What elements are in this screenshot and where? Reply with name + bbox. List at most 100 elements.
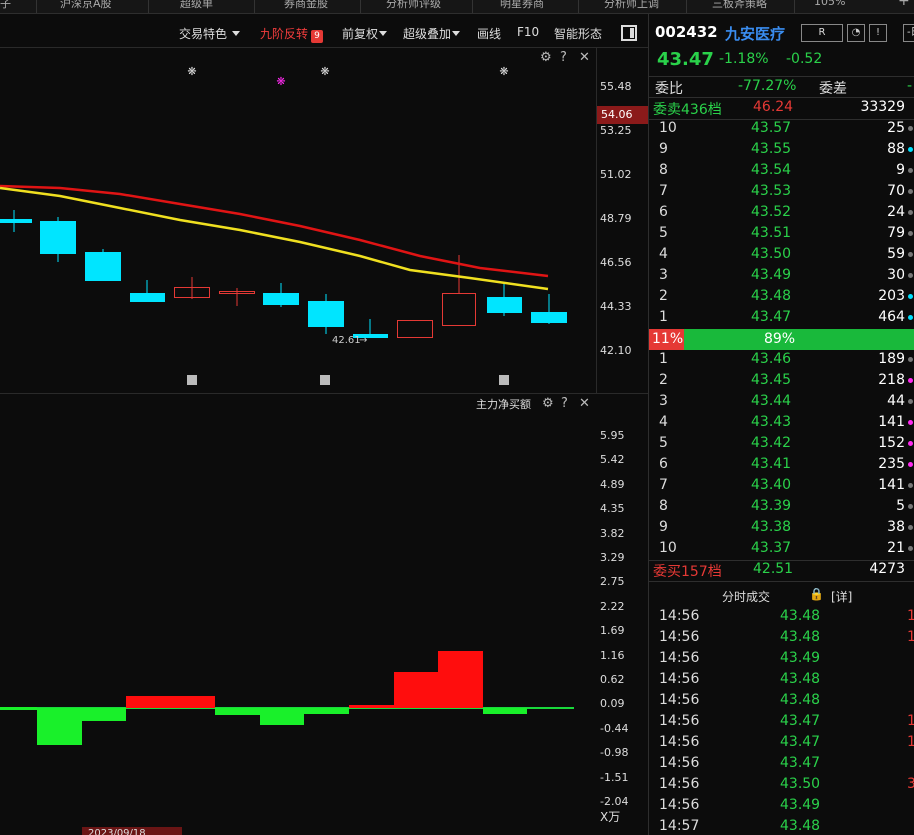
close-icon[interactable]: ✕ (579, 50, 590, 65)
ask-price: 43.50 (751, 246, 792, 262)
bid-price: 43.42 (751, 435, 792, 451)
news-icon[interactable] (187, 375, 197, 385)
bid-row[interactable]: 5 43.42 152 (649, 434, 914, 455)
r-button[interactable]: R (801, 24, 843, 42)
bid-price: 43.44 (751, 393, 792, 409)
bid-row[interactable]: 9 43.38 38 (649, 518, 914, 539)
f10-button[interactable]: F10 (517, 25, 539, 39)
bid-row[interactable]: 8 43.39 5 (649, 497, 914, 518)
smart-pattern-button[interactable]: 智能形态 (554, 25, 602, 42)
level-number: 3 (659, 267, 668, 283)
overlay-menu[interactable]: 超级叠加 (403, 25, 461, 42)
order-dot-icon (908, 399, 913, 404)
period-button[interactable]: -日 (903, 24, 914, 42)
level-number: 7 (659, 477, 668, 493)
net-bar (438, 651, 483, 708)
ask-row[interactable]: 5 43.51 79 (649, 224, 914, 245)
price-tick: 51.02 (600, 168, 632, 181)
order-dot-icon (908, 126, 913, 131)
draw-line-button[interactable]: 画线 (477, 25, 501, 42)
ratio-red: 11% (649, 329, 684, 350)
tab-item[interactable]: 明星券商 (500, 0, 544, 11)
bid-row[interactable]: 4 43.43 141 (649, 413, 914, 434)
low-price-label: 42.61 (332, 335, 361, 346)
price-tick: 53.25 (600, 124, 632, 137)
value-tick: 1.16 (600, 649, 625, 662)
nine-reversal-button[interactable]: 九阶反转 9 (260, 25, 324, 43)
ask-row[interactable]: 10 43.57 25 (649, 119, 914, 140)
news-icon[interactable] (320, 375, 330, 385)
weicha-label: 委差 (819, 81, 847, 97)
value-tick: -0.98 (600, 746, 629, 759)
ask-row[interactable]: 3 43.49 30 (649, 266, 914, 287)
order-ratio-row: 委比 -77.27% 委差 - (649, 76, 914, 97)
tab-divider (148, 0, 149, 13)
stock-name[interactable]: 九安医疗 (725, 23, 785, 44)
tick-row: 14:56 43.48 (649, 670, 914, 691)
bell-icon[interactable]: ◔ (847, 24, 865, 42)
layout-toggle-icon[interactable] (621, 25, 637, 41)
bid-volume: 152 (878, 435, 905, 451)
ask-row[interactable]: 2 43.48 203 (649, 287, 914, 308)
tab-item[interactable]: 超级单 (180, 0, 213, 11)
zoom-level[interactable]: 105% (814, 0, 845, 8)
tick-volume: 3 (907, 776, 914, 792)
tab-item[interactable]: 沪深京A股 (60, 0, 112, 11)
change-percent: -1.18% (719, 51, 769, 67)
bid-row[interactable]: 6 43.41 235 (649, 455, 914, 476)
value-tick: 1.69 (600, 624, 625, 637)
sell-total-label: 委卖436档 (653, 102, 722, 118)
stock-code: 002432 (655, 23, 718, 41)
tab-item[interactable]: 分析师评级 (386, 0, 441, 11)
level-number: 9 (659, 141, 668, 157)
menu-label: 交易特色 (179, 27, 228, 41)
level-number: 10 (659, 540, 677, 556)
level-number: 2 (659, 288, 668, 304)
value-tick: 2.22 (600, 600, 625, 613)
ask-volume: 24 (887, 204, 905, 220)
order-dot-icon (908, 294, 913, 299)
menu-label: 超级叠加 (403, 27, 452, 41)
bid-volume: 21 (887, 540, 905, 556)
ask-row[interactable]: 6 43.52 24 (649, 203, 914, 224)
lock-icon[interactable]: 🔒 (809, 587, 824, 601)
tick-row: 14:57 43.48 (649, 817, 914, 835)
order-dot-icon (908, 546, 913, 551)
help-icon[interactable]: ? (560, 50, 567, 65)
tab-item[interactable]: 券商金股 (284, 0, 328, 11)
level-number: 4 (659, 414, 668, 430)
ask-row[interactable]: 9 43.55 88 (649, 140, 914, 161)
adjust-menu[interactable]: 前复权 (342, 25, 388, 42)
news-icon[interactable] (499, 375, 509, 385)
net-bar (349, 705, 394, 708)
bid-row[interactable]: 10 43.37 21 (649, 539, 914, 560)
tab-item[interactable]: 三板斧策略 (712, 0, 767, 11)
add-tab-button[interactable]: + (898, 0, 910, 9)
price-tick: 42.10 (600, 344, 632, 357)
kline-chart[interactable]: ❋ ❋ ❋ ❋ 42.61 → (0, 48, 596, 393)
bid-row[interactable]: 2 43.45 218 (649, 371, 914, 392)
tab-item[interactable]: 分析师上调 (604, 0, 659, 11)
ask-row[interactable]: 1 43.47 464 (649, 308, 914, 329)
sell-total-row: 委卖436档 46.24 33329 (649, 98, 914, 119)
ask-row[interactable]: 4 43.50 59 (649, 245, 914, 266)
bid-volume: 218 (878, 372, 905, 388)
bid-row[interactable]: 3 43.44 44 (649, 392, 914, 413)
tick-volume: 1 (907, 608, 914, 624)
warning-icon[interactable]: ! (869, 24, 887, 42)
tab-item[interactable]: 子 (0, 0, 11, 11)
bid-price: 43.46 (751, 351, 792, 367)
ask-row[interactable]: 7 43.53 70 (649, 182, 914, 203)
bid-row[interactable]: 7 43.40 141 (649, 476, 914, 497)
bid-row[interactable]: 1 43.46 189 (649, 350, 914, 371)
ask-row[interactable]: 8 43.54 9 (649, 161, 914, 182)
ticks-detail-link[interactable]: [详] (831, 588, 852, 605)
trade-feature-menu[interactable]: 交易特色 (179, 25, 241, 42)
net-buy-chart[interactable] (0, 394, 596, 826)
value-tick: 4.89 (600, 478, 625, 491)
value-tick: -0.44 (600, 722, 629, 735)
chart-toolbar: 交易特色 九阶反转 9 前复权 超级叠加 画线 F10 智能形态 (0, 19, 648, 47)
settings-icon[interactable]: ⚙ (540, 50, 552, 65)
level-number: 6 (659, 204, 668, 220)
ask-volume: 70 (887, 183, 905, 199)
